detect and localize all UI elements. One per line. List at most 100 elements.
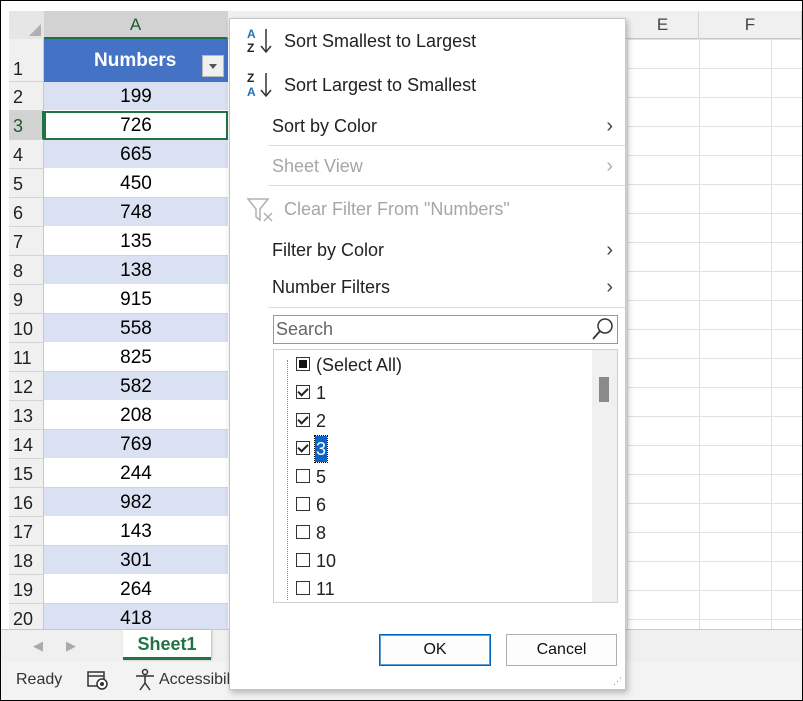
empty-grid-area[interactable]	[627, 39, 802, 629]
cell-a11[interactable]: 825	[44, 343, 228, 372]
row-header-17[interactable]: 17	[9, 517, 44, 546]
chevron-right-icon: ›	[606, 115, 613, 137]
row-header-19[interactable]: 19	[9, 575, 44, 604]
menu-number-filters[interactable]: Number Filters ›	[230, 268, 625, 306]
cell-a17[interactable]: 143	[44, 517, 228, 546]
menu-sort-ascending-label: Sort Smallest to Largest	[284, 31, 477, 51]
checkbox-10[interactable]	[296, 553, 310, 567]
column-header-a[interactable]: A	[44, 11, 228, 39]
tab-scroll-right-icon[interactable]: ▶	[66, 638, 76, 654]
row-header-14[interactable]: 14	[9, 430, 44, 459]
filter-values-list[interactable]: (Select All) 1 2 3 5 6 8 10 11	[273, 349, 618, 603]
chevron-right-icon: ›	[606, 155, 613, 177]
menu-separator	[268, 185, 625, 186]
menu-filter-by-color[interactable]: Filter by Color ›	[230, 231, 625, 269]
menu-sort-by-color[interactable]: Sort by Color ›	[230, 107, 625, 145]
cell-a18[interactable]: 301	[44, 546, 228, 575]
search-icon[interactable]	[591, 317, 615, 341]
cell-a14[interactable]: 769	[44, 430, 228, 459]
status-accessibility[interactable]: Accessibil	[159, 671, 230, 689]
row-header-8[interactable]: 8	[9, 256, 44, 285]
row-header-12[interactable]: 12	[9, 372, 44, 401]
row-header-16[interactable]: 16	[9, 488, 44, 517]
filter-search-input[interactable]: Search	[273, 315, 618, 344]
list-item-label: 10	[316, 551, 337, 571]
row-header-5[interactable]: 5	[9, 169, 44, 198]
accessibility-icon[interactable]	[133, 668, 157, 697]
row-header-15[interactable]: 15	[9, 459, 44, 488]
svg-text:A: A	[247, 85, 256, 99]
menu-separator	[268, 307, 625, 308]
row-header-2[interactable]: 2	[9, 82, 44, 111]
tab-scroll-left-icon[interactable]: ◀	[33, 638, 43, 654]
row-header-11[interactable]: 11	[9, 343, 44, 372]
scrollbar-thumb[interactable]	[599, 377, 609, 402]
svg-text:Z: Z	[247, 71, 254, 85]
cancel-button[interactable]: Cancel	[506, 634, 617, 666]
row-header-9[interactable]: 9	[9, 285, 44, 314]
cell-a19[interactable]: 264	[44, 575, 228, 604]
cell-a12[interactable]: 582	[44, 372, 228, 401]
row-header-4[interactable]: 4	[9, 140, 44, 169]
cell-a15[interactable]: 244	[44, 459, 228, 488]
corner-triangle-icon	[29, 24, 41, 36]
cell-a9[interactable]: 915	[44, 285, 228, 314]
row-header-1[interactable]: 1	[9, 39, 44, 82]
tree-connector	[287, 360, 289, 600]
menu-sort-by-color-label: Sort by Color	[272, 116, 378, 136]
filter-dropdown-menu: A Z Sort Smallest to Largest Z A Sort La…	[229, 18, 626, 690]
list-item-label: 2	[316, 411, 327, 431]
column-header-f[interactable]: F	[699, 11, 802, 39]
cell-a16[interactable]: 982	[44, 488, 228, 517]
cell-a3-active[interactable]: 726	[44, 111, 228, 140]
cell-a10[interactable]: 558	[44, 314, 228, 343]
cell-a2[interactable]: 199	[44, 82, 228, 111]
list-item-label: (Select All)	[316, 355, 403, 375]
checkbox-2[interactable]	[296, 413, 310, 427]
row-header-7[interactable]: 7	[9, 227, 44, 256]
cell-a5[interactable]: 450	[44, 169, 228, 198]
menu-clear-filter: Clear Filter From "Numbers"	[230, 190, 625, 228]
list-item-label: 3	[313, 435, 329, 463]
checkbox-6[interactable]	[296, 497, 310, 511]
filter-dropdown-button[interactable]	[202, 55, 224, 77]
row-header-3[interactable]: 3	[9, 111, 44, 140]
chevron-right-icon: ›	[606, 239, 613, 261]
menu-filter-by-color-label: Filter by Color	[272, 240, 385, 260]
sort-descending-icon: Z A	[247, 71, 272, 99]
checkbox-11[interactable]	[296, 581, 310, 595]
clear-filter-icon	[246, 198, 273, 222]
select-all-corner[interactable]	[9, 11, 45, 40]
checkbox-5[interactable]	[296, 469, 310, 483]
column-header-e[interactable]: E	[627, 11, 699, 39]
list-scrollbar[interactable]	[592, 350, 617, 602]
menu-sort-ascending[interactable]: A Z Sort Smallest to Largest	[230, 22, 625, 60]
menu-sort-descending[interactable]: Z A Sort Largest to Smallest	[230, 66, 625, 104]
header-cell-numbers[interactable]: Numbers	[44, 39, 228, 82]
checkbox-8[interactable]	[296, 525, 310, 539]
sheet-tab-sheet1[interactable]: Sheet1	[123, 630, 211, 660]
row-header-13[interactable]: 13	[9, 401, 44, 430]
ok-button[interactable]: OK	[379, 634, 491, 666]
checkbox-select-all[interactable]	[296, 357, 310, 371]
menu-separator	[268, 145, 625, 146]
cell-a6[interactable]: 748	[44, 198, 228, 227]
cell-a8[interactable]: 138	[44, 256, 228, 285]
resize-grip-icon[interactable]: ⋰	[613, 677, 622, 686]
list-item-label: 11	[316, 579, 335, 599]
cell-a13[interactable]: 208	[44, 401, 228, 430]
list-item-label: 1	[316, 383, 327, 403]
search-placeholder: Search	[276, 319, 334, 339]
menu-sheet-view-label: Sheet View	[272, 156, 363, 176]
menu-clear-filter-label: Clear Filter From "Numbers"	[284, 199, 510, 219]
cell-a7[interactable]: 135	[44, 227, 228, 256]
row-header-6[interactable]: 6	[9, 198, 44, 227]
cell-a4[interactable]: 665	[44, 140, 228, 169]
macro-recording-icon[interactable]	[86, 668, 110, 697]
checkbox-3[interactable]	[296, 441, 310, 455]
menu-number-filters-label: Number Filters	[272, 277, 391, 297]
row-header-18[interactable]: 18	[9, 546, 44, 575]
row-header-10[interactable]: 10	[9, 314, 44, 343]
list-item-label: 6	[316, 495, 327, 515]
checkbox-1[interactable]	[296, 385, 310, 399]
